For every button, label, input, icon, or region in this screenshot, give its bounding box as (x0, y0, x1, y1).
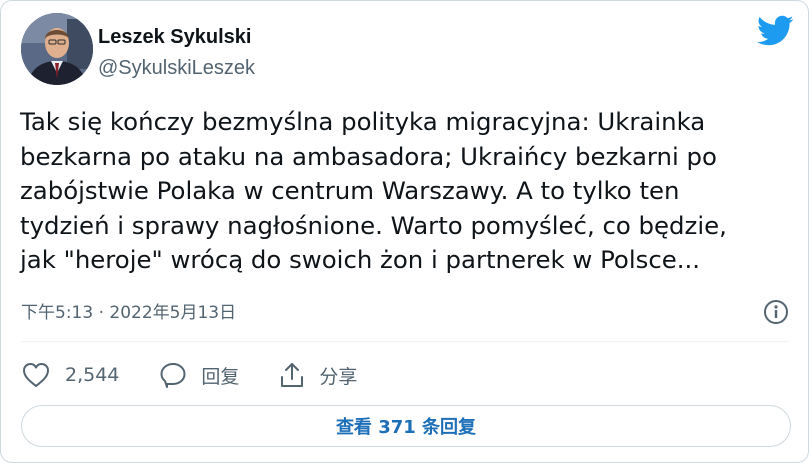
author-handle[interactable]: @SykulskiLeszek (98, 56, 255, 80)
share-button[interactable]: 分享 (279, 361, 357, 389)
reply-bubble-icon (160, 363, 186, 388)
tweet-timestamp[interactable]: 下午5:13 · 2022年5月13日 (21, 301, 236, 325)
reply-button[interactable]: 回复 (159, 361, 239, 389)
like-count: 2,544 (65, 364, 120, 386)
tweet-text: Tak się kończy bezmyślna polityka migrac… (20, 105, 795, 278)
like-button[interactable]: 2,544 (21, 361, 119, 389)
heart-icon (23, 363, 49, 387)
action-bar: 2,544 回复 分享 (21, 357, 397, 393)
avatar-photo (21, 13, 93, 85)
twitter-bird-icon[interactable] (757, 15, 794, 47)
divider (21, 341, 788, 342)
share-label: 分享 (319, 365, 358, 388)
avatar[interactable] (21, 13, 93, 85)
tweet-card: Leszek Sykulski @SykulskiLeszek Tak się … (0, 0, 809, 463)
tweet-text-line: zabójstwie Polaka w centrum Warszawy. A … (20, 176, 680, 205)
tweet-text-line: jak "heroje" wrócą do swoich żon i partn… (20, 245, 701, 274)
author-name[interactable]: Leszek Sykulski (98, 25, 251, 49)
tweet-text-line: tydzień i sprawy nagłośnione. Warto pomy… (20, 210, 727, 240)
info-icon[interactable] (763, 299, 789, 325)
share-icon (281, 363, 304, 387)
reply-label: 回复 (201, 365, 240, 388)
tweet-text-line: Tak się kończy bezmyślna polityka migrac… (20, 107, 706, 136)
view-replies-button[interactable]: 查看 371 条回复 (21, 405, 791, 447)
tweet-text-line: bezkarna po ataku na ambasadora; Ukraińc… (20, 141, 717, 171)
